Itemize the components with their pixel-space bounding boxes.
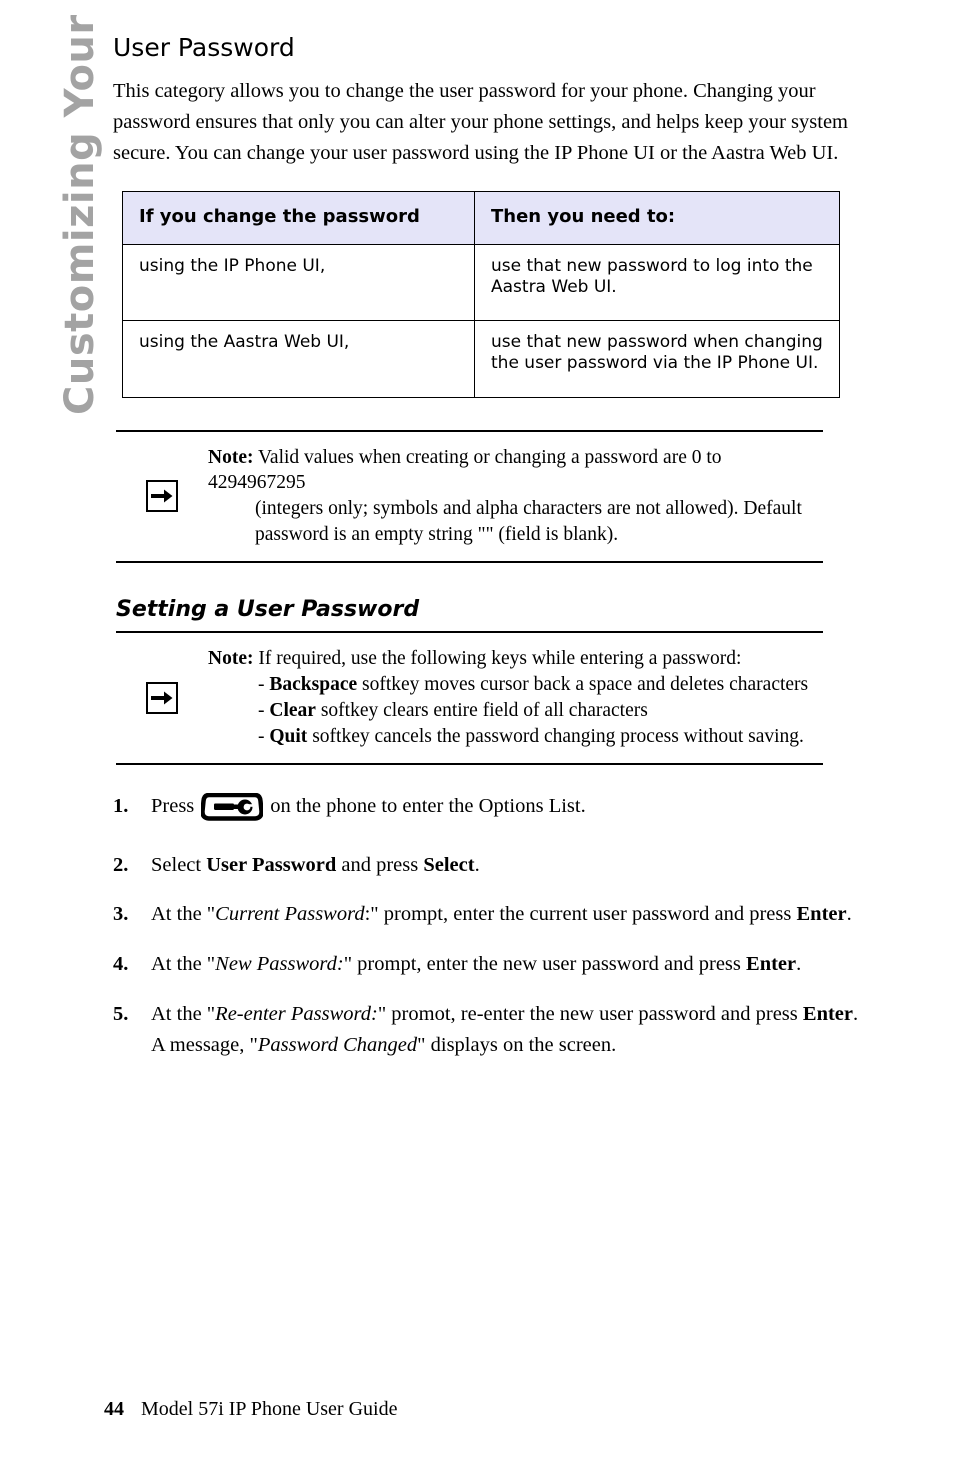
- bullet-dash: -: [258, 726, 270, 748]
- step-text: on the phone to enter the Options List.: [270, 794, 586, 817]
- step-prompt: Re-enter Password:: [215, 1002, 378, 1025]
- note-body: Note: If required, use the following key…: [208, 633, 823, 763]
- step-text: .: [796, 953, 802, 976]
- step-emphasis: Enter: [746, 953, 797, 976]
- note-text-line: If required, use the following keys whil…: [258, 648, 742, 670]
- table-cell: use that new password when changing the …: [474, 320, 840, 398]
- step-emphasis: Enter: [796, 903, 847, 926]
- step-text: .: [474, 853, 480, 876]
- step-prompt: New Password:: [215, 953, 344, 976]
- step-text: and press: [336, 853, 424, 876]
- bullet-text: softkey moves cursor back a space and de…: [357, 674, 809, 696]
- step-number: 1.: [113, 794, 129, 817]
- step-number: 5.: [113, 1002, 129, 1025]
- step-text: At the ": [151, 1002, 216, 1025]
- step-text: At the ": [151, 953, 216, 976]
- note-body: Note: Valid values when creating or chan…: [208, 432, 823, 562]
- note-text-line: (integers only; symbols and alpha charac…: [255, 498, 802, 520]
- step-result-message: Password Changed: [257, 1033, 418, 1056]
- note-text-line: password is an empty string "" (field is…: [255, 524, 619, 546]
- table-cell: use that new password to log into the Aa…: [474, 243, 840, 322]
- bullet-text: softkey clears entire field of all chara…: [315, 700, 648, 722]
- step-text: .: [853, 1002, 859, 1025]
- bullet-text: softkey cancels the password changing pr…: [307, 726, 804, 748]
- section-subtitle: Setting a User Password: [116, 597, 420, 623]
- table-row: using the IP Phone UI, use that new pass…: [122, 243, 840, 322]
- note-block-valid-values: Note: Valid values when creating or chan…: [116, 429, 823, 564]
- footer-title: Model 57i IP Phone User Guide: [141, 1398, 398, 1420]
- table-row: using the Aastra Web UI, use that new pa…: [122, 320, 840, 398]
- step-result-text: " displays on the screen.: [417, 1033, 617, 1056]
- page-title: User Password: [113, 33, 295, 62]
- table-cell: using the IP Phone UI,: [122, 243, 475, 322]
- options-key-icon: [200, 792, 265, 831]
- step-text: Select: [151, 853, 207, 876]
- chapter-side-tab-label: Customizing Your Phone: [57, 0, 103, 415]
- table-header-row: If you change the password Then you need…: [122, 190, 840, 245]
- footer-page-number: 44: [104, 1398, 124, 1420]
- note-bullet: - Quit softkey cancels the password chan…: [208, 724, 823, 750]
- step-item: 1. Press on the phone to enter the Option…: [113, 791, 881, 831]
- step-item: 5. At the "Re-enter Password:" promot, re…: [113, 999, 881, 1061]
- step-text: " promot, re-enter the new user password…: [377, 1002, 803, 1025]
- step-item: 4. At the "New Password:" prompt, enter t…: [113, 949, 881, 980]
- step-text: :" prompt, enter the current user passwo…: [364, 903, 797, 926]
- step-item: 3. At the "Current Password:" prompt, ent…: [113, 899, 881, 930]
- step-number: 2.: [113, 853, 129, 876]
- note-block-softkeys: Note: If required, use the following key…: [116, 631, 823, 765]
- note-bullet: - Backspace softkey moves cursor back a …: [208, 672, 823, 698]
- bullet-dash: -: [258, 700, 270, 722]
- step-emphasis: Select: [423, 853, 475, 876]
- bullet-key: Clear: [269, 700, 316, 722]
- step-result-text: A message, ": [151, 1033, 258, 1056]
- note-text-line: Valid values when creating or changing a…: [208, 446, 722, 494]
- step-emphasis: Enter: [802, 1002, 853, 1025]
- bullet-key: Quit: [269, 726, 308, 748]
- step-text: .: [846, 903, 852, 926]
- chapter-side-tab: Customizing Your Phone: [0, 0, 108, 740]
- step-prompt: Current Password: [215, 903, 365, 926]
- step-text: " prompt, enter the new user password an…: [343, 953, 747, 976]
- procedure-steps: 1. Press on the phone to enter the Option…: [113, 791, 873, 1061]
- step-number: 3.: [113, 903, 129, 926]
- password-change-table: If you change the password Then you need…: [122, 190, 840, 398]
- page-footer: 44 Model 57i IP Phone User Guide: [104, 1398, 397, 1421]
- table-cell: using the Aastra Web UI,: [122, 320, 475, 398]
- bullet-dash: -: [258, 674, 270, 696]
- note-bullet: - Clear softkey clears entire field of a…: [208, 698, 823, 724]
- note-icon-cell: [116, 676, 208, 720]
- step-text: Press: [151, 794, 195, 817]
- step-text: At the ": [151, 903, 216, 926]
- bullet-key: Backspace: [269, 674, 358, 696]
- note-label: Note:: [208, 648, 254, 670]
- arrow-right-icon: [146, 480, 178, 513]
- step-emphasis: User Password: [206, 853, 337, 876]
- table-header-cell: Then you need to:: [474, 190, 840, 245]
- step-number: 4.: [113, 953, 129, 976]
- page-content: User Password This category allows you t…: [113, 0, 873, 1079]
- arrow-right-icon: [146, 682, 178, 715]
- table-header-cell: If you change the password: [122, 190, 475, 245]
- intro-paragraph: This category allows you to change the u…: [113, 79, 848, 164]
- step-item: 2. Select User Password and press Select.: [113, 850, 881, 881]
- note-icon-cell: [116, 474, 208, 518]
- note-label: Note:: [208, 446, 254, 468]
